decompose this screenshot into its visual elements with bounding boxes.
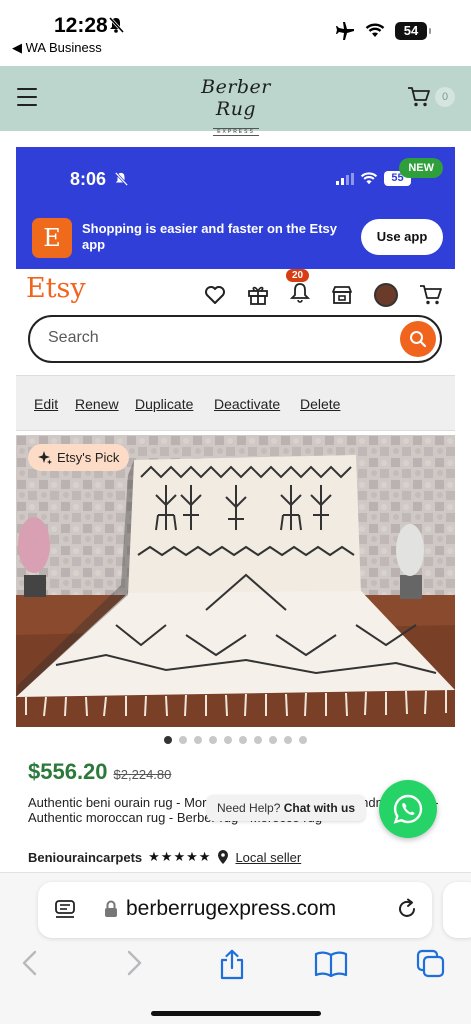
status-icons: 54	[335, 22, 431, 40]
app-banner: E Shopping is easier and faster on the E…	[16, 203, 455, 269]
seller-row: Beniouraincarpets ★★★★★ Local seller	[28, 849, 301, 865]
reload-icon[interactable]	[396, 898, 418, 920]
notifications-button[interactable]: 20	[286, 269, 311, 308]
duplicate-link[interactable]: Duplicate	[135, 396, 193, 412]
whatsapp-icon	[393, 794, 423, 824]
back-icon[interactable]	[20, 949, 40, 977]
url-text: berberrugexpress.com	[126, 897, 337, 920]
page-menu-icon[interactable]	[54, 899, 76, 921]
notification-count-badge: 20	[286, 269, 310, 282]
site-header: Berber Rug EXPRESS 0	[0, 66, 471, 136]
wifi-icon	[365, 23, 385, 37]
search-button[interactable]	[400, 321, 436, 357]
etsy-cart-icon[interactable]	[419, 284, 443, 306]
etsys-pick-badge: Etsy's Pick	[28, 444, 130, 471]
logo-subtitle: EXPRESS	[213, 128, 259, 136]
carousel-dot[interactable]	[239, 736, 247, 744]
safari-bottom-bar: berberrugexpress.com	[0, 872, 471, 1024]
lock-icon	[105, 900, 117, 917]
rug-photo	[16, 435, 455, 727]
sparkle-icon	[38, 450, 52, 464]
carousel-dot[interactable]	[269, 736, 277, 744]
use-app-button[interactable]: Use app	[361, 219, 443, 255]
back-to-app-link[interactable]: ◀ WA Business	[12, 40, 102, 56]
chat-prompt-link: Chat with us	[283, 801, 356, 815]
carousel-dot[interactable]	[209, 736, 217, 744]
embedded-silent-bell-icon	[114, 171, 128, 187]
signal-icon	[336, 172, 354, 185]
forward-icon[interactable]	[124, 949, 144, 977]
price-row: $556.20 $2,224.80	[28, 759, 171, 785]
local-seller-link[interactable]: Local seller	[235, 850, 301, 865]
location-pin-icon	[218, 850, 229, 864]
battery-indicator: 54	[395, 22, 431, 40]
delete-link[interactable]: Delete	[300, 396, 340, 412]
etsy-logo[interactable]: Etsy	[26, 273, 86, 304]
cart-icon	[408, 87, 430, 107]
avatar[interactable]	[374, 282, 398, 307]
chat-prompt-bubble[interactable]: Need Help? Chat with us	[207, 795, 366, 821]
safari-toolbar	[0, 945, 471, 985]
carousel-dot[interactable]	[224, 736, 232, 744]
shop-icon[interactable]	[331, 284, 353, 306]
etsys-pick-label: Etsy's Pick	[57, 450, 120, 465]
tabs-icon[interactable]	[416, 949, 446, 979]
bell-icon	[289, 283, 311, 303]
whatsapp-chat-button[interactable]	[379, 780, 437, 838]
etsy-app-logo: E	[32, 218, 72, 258]
gift-icon[interactable]	[247, 284, 269, 306]
share-icon[interactable]	[218, 949, 246, 981]
hamburger-menu-icon[interactable]	[17, 88, 37, 106]
site-logo[interactable]: Berber Rug EXPRESS	[186, 76, 286, 138]
original-price: $2,224.80	[113, 767, 172, 782]
app-banner-text: Shopping is easier and faster on the Ets…	[82, 221, 338, 252]
product-image[interactable]: Etsy's Pick	[16, 435, 455, 727]
silent-bell-icon	[108, 16, 124, 34]
shop-name[interactable]: Beniouraincarpets	[28, 850, 142, 865]
renew-link[interactable]: Renew	[75, 396, 119, 412]
status-time: 12:28	[54, 14, 108, 37]
current-price: $556.20	[28, 759, 108, 784]
embedded-status-bar: 8:06 55 NEW	[16, 147, 455, 203]
embedded-etsy-screenshot: 8:06 55 NEW E Shopping is easier and fas…	[16, 147, 455, 877]
deactivate-link[interactable]: Deactivate	[214, 396, 280, 412]
cart-button[interactable]: 0	[407, 86, 455, 108]
carousel-dot[interactable]	[194, 736, 202, 744]
bookmarks-icon[interactable]	[314, 949, 348, 979]
image-carousel-dots[interactable]	[16, 736, 455, 744]
rating-stars: ★★★★★	[148, 849, 212, 864]
search-bar	[28, 315, 442, 363]
new-badge: NEW	[399, 158, 443, 178]
logo-script: Berber Rug	[201, 76, 271, 120]
next-tab-peek[interactable]	[443, 882, 471, 938]
home-indicator	[151, 1011, 321, 1016]
embedded-wifi-icon	[360, 171, 378, 184]
etsy-nav-bar: Etsy 20	[16, 269, 455, 319]
search-input[interactable]	[48, 329, 378, 347]
carousel-dot[interactable]	[254, 736, 262, 744]
carousel-dot[interactable]	[299, 736, 307, 744]
heart-icon[interactable]	[204, 285, 226, 305]
carousel-dot[interactable]	[179, 736, 187, 744]
airplane-icon	[336, 22, 354, 40]
etsy-nav-icons: 20	[204, 269, 443, 308]
chat-prompt-prefix: Need Help?	[217, 801, 284, 815]
embedded-status-time: 8:06	[70, 169, 107, 189]
cart-count-badge: 0	[435, 87, 455, 107]
listing-action-bar: Edit Renew Duplicate Deactivate Delete	[16, 375, 455, 431]
carousel-dot[interactable]	[284, 736, 292, 744]
address-bar[interactable]: berberrugexpress.com	[38, 882, 432, 938]
carousel-dot[interactable]	[164, 736, 172, 744]
ios-status-bar: 12:28 ◀ WA Business 54	[0, 0, 471, 66]
search-icon	[410, 331, 427, 348]
edit-link[interactable]: Edit	[34, 396, 58, 412]
